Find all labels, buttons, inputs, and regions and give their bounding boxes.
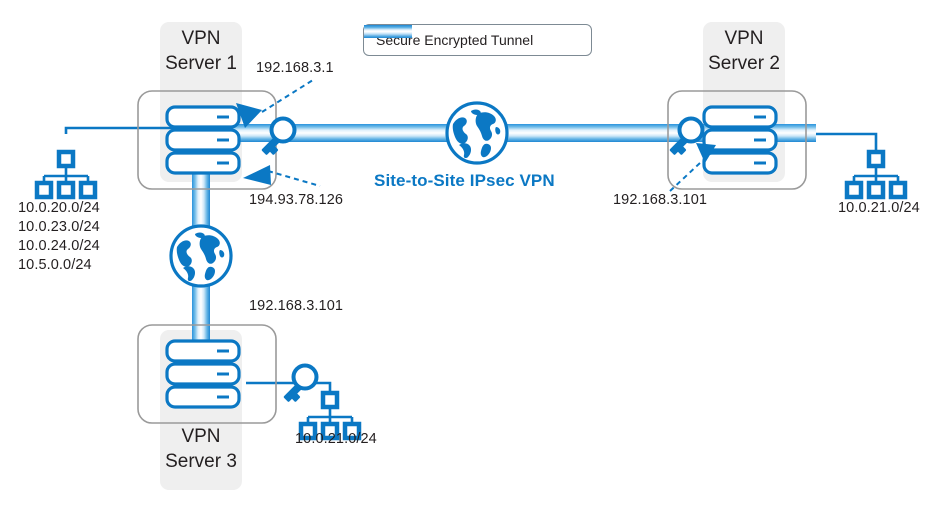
globe-icon-internet-lower (169, 224, 233, 288)
server-stack-icon-server2 (702, 105, 778, 175)
bottom-subnet-label: 10.0.21.0/24 (295, 431, 377, 447)
network-tree-icon-right (847, 152, 905, 197)
server1-public-ip-label: 194.93.78.126 (249, 192, 344, 208)
left-subnet-label: 10.0.20.0/24 10.0.23.0/24 10.0.24.0/24 1… (18, 200, 100, 274)
server2-ip-label: 192.168.3.101 (613, 192, 708, 208)
server2-name-label: VPN Server 2 (708, 28, 780, 74)
server-stack-icon-server1 (165, 105, 241, 175)
server3-name-label: VPN Server 3 (165, 426, 237, 472)
right-subnet-label: 10.0.21.0/24 (838, 200, 920, 216)
center-tunnel-title: Site-to-Site IPsec VPN (374, 171, 555, 190)
server1-internal-ip-label: 192.168.3.1 (256, 60, 334, 76)
network-tree-icon-left (37, 152, 95, 197)
secure-tunnel-line-swatch (364, 25, 412, 38)
server-stack-icon-server3 (165, 339, 241, 409)
server3-ip-label: 192.168.3.101 (249, 298, 344, 314)
arrow-marker-icon-server1-public (243, 165, 271, 185)
network-diagram-canvas: Secure Encrypted Tunnel Site-to-Site IPs… (0, 0, 943, 509)
server-panel-backgrounds (160, 22, 785, 490)
diagram-vector-layer (0, 22, 943, 490)
leader-server1-internal (261, 79, 314, 113)
legend: Secure Encrypted Tunnel (363, 24, 592, 56)
server1-name-label: VPN Server 1 (165, 28, 237, 74)
globe-icon-internet-center (445, 101, 509, 165)
